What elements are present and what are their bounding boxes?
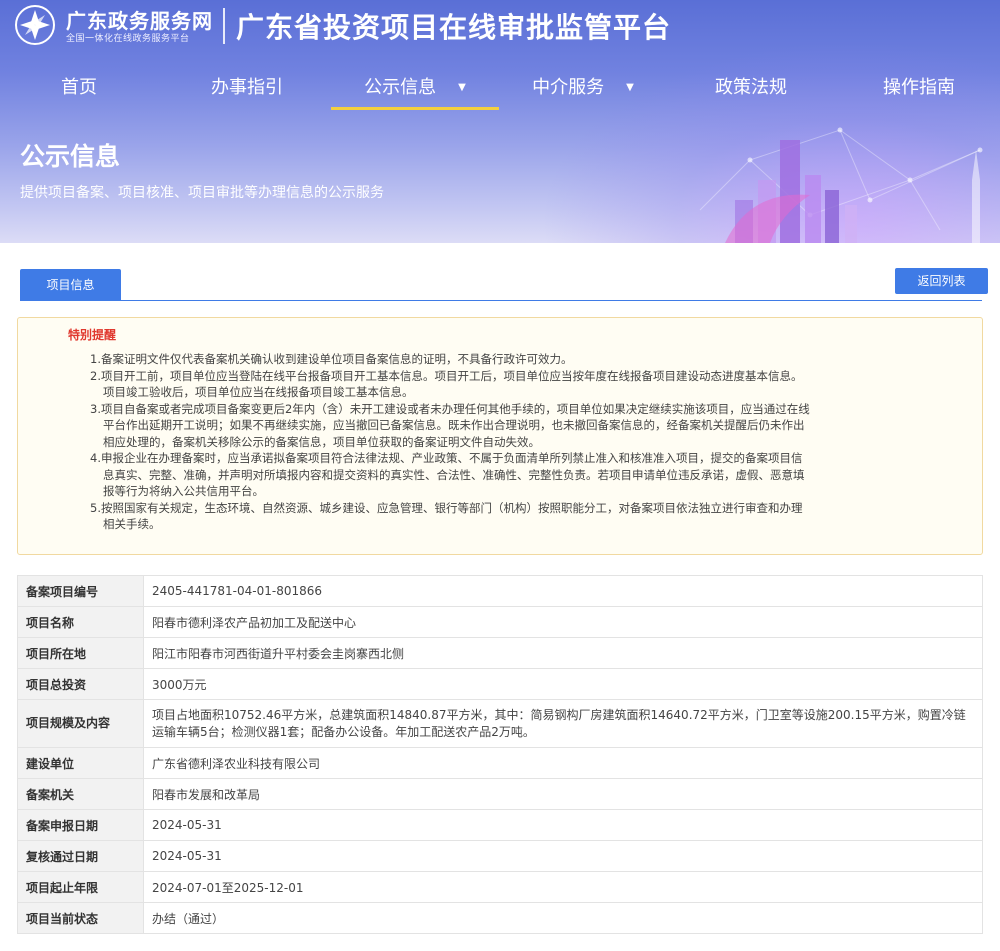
caret-down-icon: ▼	[626, 82, 634, 93]
notice-line: 相应处理的，备案机关移除公示的备案信息，项目单位获取的备案证明文件自动失效。	[103, 434, 540, 449]
field-label: 备案申报日期	[17, 809, 144, 841]
nav-label: 操作指南	[883, 77, 955, 98]
nav-item-home[interactable]: 首页	[0, 68, 163, 110]
notice-line: 相关手续。	[103, 517, 161, 531]
table-row: 复核通过日期 2024-05-31	[17, 840, 983, 872]
notice-line: 息真实、完整、准确，并声明对所填报内容和提交资料的真实性、合法性、准确性、完整性…	[103, 467, 805, 482]
table-row: 项目所在地 阳江市阳春市河西街道升平村委会圭岗寨西北侧	[17, 637, 983, 669]
table-row: 项目名称 阳春市德利泽农产品初加工及配送中心	[17, 606, 983, 638]
notice-line: 1.备案证明文件仅代表备案机关确认收到建设单位项目备案信息的证明，不具备行政许可…	[90, 352, 573, 366]
field-value: 2024-05-31	[143, 809, 983, 841]
field-label: 项目名称	[17, 606, 144, 638]
nav-item-guide[interactable]: 办事指引	[163, 68, 331, 110]
notice-line: 项目竣工验收后，项目单位应当在线报备项目竣工基本信息。	[103, 385, 414, 399]
table-row: 备案机关 阳春市发展和改革局	[17, 778, 983, 810]
main-nav: 首页 办事指引 公示信息 ▼ 中介服务 ▼ 政策法规 操作指南	[0, 68, 1000, 110]
table-row: 备案申报日期 2024-05-31	[17, 809, 983, 841]
nav-label: 办事指引	[211, 77, 283, 98]
table-row: 项目当前状态 办结（通过）	[17, 902, 983, 934]
table-row: 建设单位 广东省德利泽农业科技有限公司	[17, 747, 983, 779]
field-label: 项目当前状态	[17, 902, 144, 934]
field-value: 阳春市发展和改革局	[143, 778, 983, 810]
table-row: 项目规模及内容 项目占地面积10752.46平方米，总建筑面积14840.87平…	[17, 699, 983, 748]
field-label: 复核通过日期	[17, 840, 144, 872]
table-row: 项目起止年限 2024-07-01至2025-12-01	[17, 871, 983, 903]
nav-label: 首页	[61, 77, 97, 98]
field-value: 阳春市德利泽农产品初加工及配送中心	[143, 606, 983, 638]
notice-body: 1.备案证明文件仅代表备案机关确认收到建设单位项目备案信息的证明，不具备行政许可…	[90, 351, 850, 533]
caret-down-icon: ▼	[458, 82, 466, 93]
notice-line: 4.申报企业在办理备案时，应当承诺拟备案项目符合法律法规、产业政策、不属于负面清…	[90, 451, 803, 465]
tabs-row: 项目信息	[0, 243, 1000, 301]
field-value: 阳江市阳春市河西街道升平村委会圭岗寨西北侧	[143, 637, 983, 669]
field-value: 办结（通过）	[143, 902, 983, 934]
hero-banner: 广东政务服务网 全国一体化在线政务服务平台 广东省投资项目在线审批监管平台 首页…	[0, 0, 1000, 243]
field-value: 3000万元	[143, 668, 983, 700]
field-value: 项目占地面积10752.46平方米，总建筑面积14840.87平方米，其中：简易…	[143, 699, 983, 748]
nav-label: 政策法规	[715, 77, 787, 98]
notice-title: 特别提醒	[68, 328, 117, 342]
project-info-table: 备案项目编号 2405-441781-04-01-801866 项目名称 阳春市…	[17, 575, 983, 934]
field-value: 2024-05-31	[143, 840, 983, 872]
field-label: 项目总投资	[17, 668, 144, 700]
site-tagline: 全国一体化在线政务服务平台	[66, 34, 190, 44]
logo-divider	[223, 8, 225, 44]
nav-item-manual[interactable]: 操作指南	[835, 68, 1000, 110]
nav-item-agency-service[interactable]: 中介服务 ▼	[499, 68, 667, 110]
back-to-list-button[interactable]: 返回列表	[895, 268, 988, 294]
field-label: 项目规模及内容	[17, 699, 144, 748]
field-label: 备案项目编号	[17, 575, 144, 607]
platform-title: 广东省投资项目在线审批监管平台	[236, 11, 672, 44]
notice-line: 5.按照国家有关规定，生态环境、自然资源、城乡建设、应急管理、银行等部门（机构）…	[90, 500, 803, 515]
notice-line: 报等行为将纳入公共信用平台。	[103, 484, 264, 498]
nav-label: 公示信息	[364, 77, 437, 98]
field-label: 项目所在地	[17, 637, 144, 669]
tab-project-info[interactable]: 项目信息	[20, 269, 121, 301]
skyline-illustration	[699, 127, 983, 243]
field-value: 2405-441781-04-01-801866	[143, 575, 983, 607]
notice-box: 特别提醒 1.备案证明文件仅代表备案机关确认收到建设单位项目备案信息的证明，不具…	[17, 317, 983, 555]
table-row: 备案项目编号 2405-441781-04-01-801866	[17, 575, 983, 607]
gov-service-logo[interactable]	[14, 4, 56, 46]
field-label: 建设单位	[17, 747, 144, 779]
field-label: 备案机关	[17, 778, 144, 810]
field-value: 广东省德利泽农业科技有限公司	[143, 747, 983, 779]
hero-title: 公示信息	[20, 142, 121, 171]
notice-line: 3.项目自备案或者完成项目备案变更后2年内（含）未开工建设或者未办理任何其他手续…	[90, 401, 810, 416]
nav-item-public-info[interactable]: 公示信息 ▼	[331, 68, 499, 110]
top-bar: 广东政务服务网 全国一体化在线政务服务平台 广东省投资项目在线审批监管平台	[0, 0, 1000, 52]
table-row: 项目总投资 3000万元	[17, 668, 983, 700]
notice-line: 平台作出延期开工说明；如果不再继续实施，应当撤回已备案信息。既未作出合理说明，也…	[103, 418, 805, 432]
field-label: 项目起止年限	[17, 871, 144, 903]
hero-subtitle: 提供项目备案、项目核准、项目审批等办理信息的公示服务	[20, 185, 384, 201]
nav-label: 中介服务	[532, 77, 605, 98]
field-value: 2024-07-01至2025-12-01	[143, 871, 983, 903]
site-name: 广东政务服务网	[66, 9, 213, 33]
tab-underline	[20, 300, 982, 301]
notice-line: 2.项目开工前，项目单位应当登陆在线平台报备项目开工基本信息。项目开工后，项目单…	[90, 368, 803, 383]
nav-item-policy[interactable]: 政策法规	[667, 68, 835, 110]
